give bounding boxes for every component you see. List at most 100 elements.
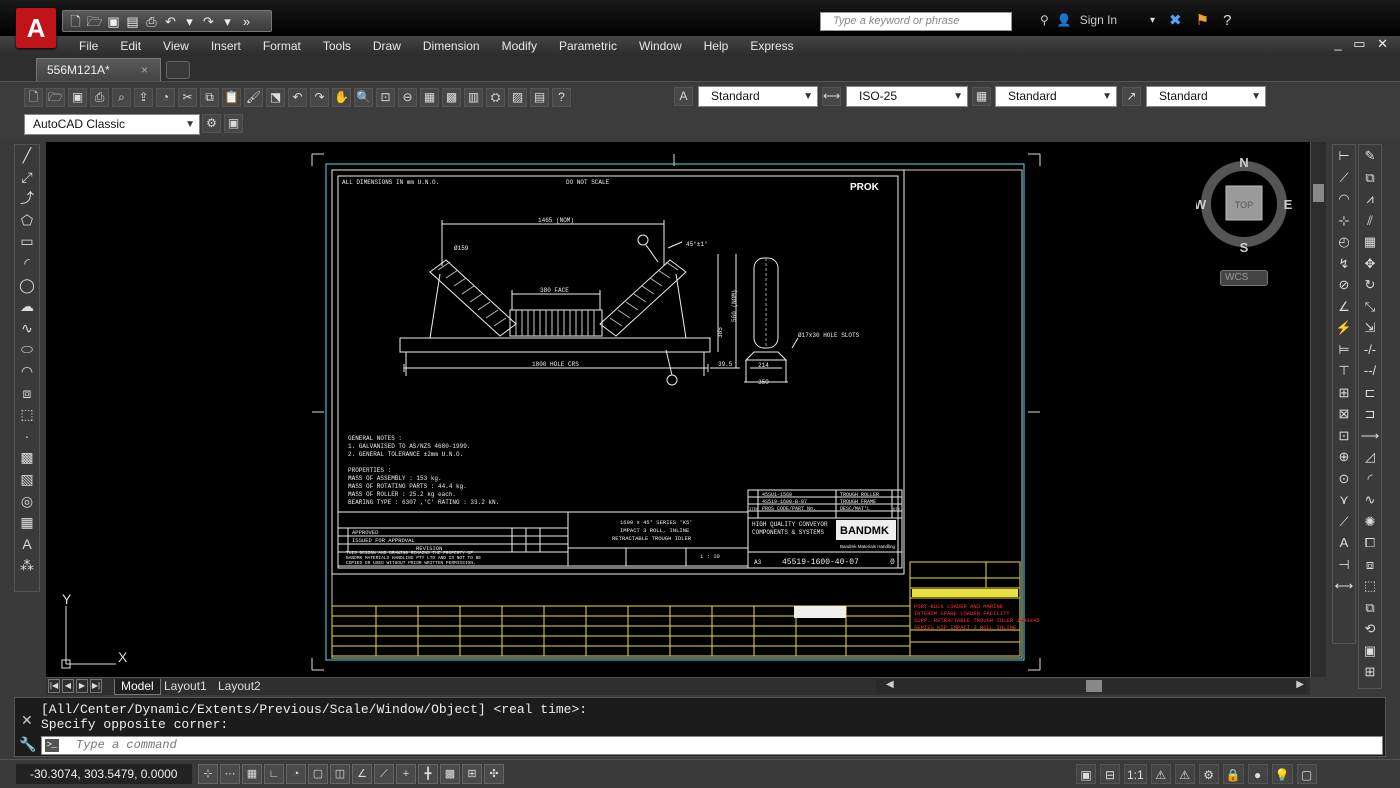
menu-draw[interactable]: Draw bbox=[362, 37, 412, 55]
new-tab-button[interactable] bbox=[166, 61, 190, 79]
zoom-window-icon[interactable]: ⊡ bbox=[376, 87, 395, 107]
dynamic-ucs-icon[interactable]: ⟋ bbox=[374, 764, 394, 784]
menu-modify[interactable]: Modify bbox=[491, 37, 548, 55]
move-icon[interactable]: ✥ bbox=[1359, 253, 1381, 275]
auto-scale-icon[interactable]: ⚠ bbox=[1174, 764, 1195, 784]
ortho-icon[interactable]: ∟ bbox=[264, 764, 284, 784]
menu-dimension[interactable]: Dimension bbox=[412, 37, 491, 55]
vertical-scrollbar[interactable] bbox=[1310, 142, 1326, 677]
new-icon[interactable]: 🗋 bbox=[67, 14, 84, 29]
scroll-right-icon[interactable]: ▶ bbox=[1296, 679, 1304, 690]
qnew-icon[interactable]: 🗋 bbox=[24, 87, 43, 107]
ellipse-arc-icon[interactable]: ◠ bbox=[15, 361, 39, 383]
tab-model[interactable]: Model bbox=[114, 679, 161, 695]
publish-icon[interactable]: ⇪ bbox=[134, 87, 153, 107]
blend-curves-icon[interactable]: ∿ bbox=[1359, 489, 1381, 511]
wcs-menu[interactable]: WCS bbox=[1220, 270, 1268, 286]
preview-icon[interactable]: ⌕ bbox=[112, 87, 131, 107]
trim-icon[interactable]: -/- bbox=[1359, 339, 1381, 361]
scroll-left-icon[interactable]: ◀ bbox=[886, 679, 894, 690]
snap-mode-icon[interactable]: ⋯ bbox=[220, 764, 240, 784]
transparency-icon[interactable]: ▩ bbox=[440, 764, 460, 784]
help-icon[interactable]: ? bbox=[1223, 12, 1231, 29]
print-icon[interactable]: ⎙ bbox=[143, 14, 160, 29]
redo-icon[interactable]: ↷ bbox=[310, 87, 329, 107]
dimension-style-icon[interactable]: ⟷ bbox=[1333, 575, 1355, 597]
join-icon[interactable]: ⟶ bbox=[1359, 425, 1381, 447]
horizontal-scrollbar[interactable]: ◀ ▶ bbox=[876, 679, 1306, 693]
gradient-icon[interactable]: ▧ bbox=[15, 469, 39, 491]
undo-dropdown-icon[interactable]: ▾ bbox=[181, 14, 198, 29]
annotation-scale[interactable]: 1:1 bbox=[1124, 764, 1147, 784]
explode-icon[interactable]: ✺ bbox=[1359, 511, 1381, 533]
text-style-icon[interactable]: A bbox=[674, 87, 693, 106]
tab-layout1[interactable]: Layout1 bbox=[158, 679, 213, 694]
point-icon[interactable]: · bbox=[15, 426, 39, 448]
plot-icon[interactable]: ⎙ bbox=[90, 87, 109, 107]
dimension-edit-icon[interactable]: ⟋ bbox=[1333, 511, 1355, 533]
scale-icon[interactable]: ⤡ bbox=[1359, 296, 1381, 318]
undo-icon[interactable]: ↶ bbox=[162, 14, 179, 29]
table-style-icon[interactable]: ▦ bbox=[972, 87, 991, 106]
mleader-style-icon[interactable]: ↗ bbox=[1122, 87, 1141, 106]
3d-dwf-icon[interactable]: ◔ bbox=[156, 87, 175, 107]
save-icon[interactable]: ▣ bbox=[105, 14, 122, 29]
center-mark-icon[interactable]: ⊕ bbox=[1333, 446, 1355, 468]
command-input[interactable]: >_ Type a command bbox=[41, 736, 1383, 755]
paste-icon[interactable]: 📋 bbox=[222, 87, 241, 107]
angular-icon[interactable]: ∠ bbox=[1333, 296, 1355, 318]
quick-dimension-icon[interactable]: ⚡ bbox=[1333, 317, 1355, 339]
break-icon[interactable]: ⊐ bbox=[1359, 403, 1381, 425]
match-properties-icon[interactable]: 🖌 bbox=[244, 87, 263, 107]
calculator-icon[interactable]: ▤ bbox=[530, 87, 549, 107]
menu-tools[interactable]: Tools bbox=[312, 37, 362, 55]
ellipse-icon[interactable]: ⬭ bbox=[15, 339, 39, 361]
block-editor-icon[interactable]: ⬔ bbox=[266, 87, 285, 107]
dim-style-icon[interactable]: ⟷ bbox=[822, 87, 841, 106]
stack-icon[interactable]: ⧈ bbox=[1359, 554, 1381, 576]
copy-clip-icon[interactable]: ⧠ bbox=[1359, 532, 1381, 554]
help-icon[interactable]: ? bbox=[552, 87, 571, 107]
exchange-icon[interactable]: ✖ bbox=[1169, 11, 1182, 29]
model-space-icon[interactable]: ▣ bbox=[1076, 764, 1096, 784]
pan-icon[interactable]: ✋ bbox=[332, 87, 351, 107]
inspection-icon[interactable]: ⊙ bbox=[1333, 468, 1355, 490]
arc-icon[interactable]: ◜ bbox=[15, 253, 39, 275]
aligned-dimension-icon[interactable]: ⟋ bbox=[1333, 167, 1355, 189]
menu-insert[interactable]: Insert bbox=[200, 37, 252, 55]
linear-dimension-icon[interactable]: ⊢ bbox=[1333, 145, 1355, 167]
redo-icon[interactable]: ↷ bbox=[200, 14, 217, 29]
document-window-controls[interactable]: _ ▭ ✕ bbox=[1334, 36, 1392, 52]
radius-icon[interactable]: ◴ bbox=[1333, 231, 1355, 253]
menu-window[interactable]: Window bbox=[628, 37, 693, 55]
annotation-visibility-icon[interactable]: ⚠ bbox=[1150, 764, 1171, 784]
erase-icon[interactable]: ✎ bbox=[1359, 145, 1381, 167]
jogged-linear-icon[interactable]: ⋎ bbox=[1333, 489, 1355, 511]
sheet-set-icon[interactable]: ⛭ bbox=[486, 87, 505, 107]
region-icon[interactable]: ◎ bbox=[15, 491, 39, 513]
copy-object-icon[interactable]: ⧉ bbox=[1359, 167, 1381, 189]
next-layout-icon[interactable]: ▶ bbox=[76, 679, 88, 693]
offset-icon[interactable]: ⫽ bbox=[1359, 210, 1381, 232]
save-icon[interactable]: ▣ bbox=[68, 87, 87, 107]
dimension-update-icon[interactable]: ⊣ bbox=[1333, 554, 1355, 576]
coordinates-readout[interactable]: -30.3074, 303.5479, 0.0000 bbox=[16, 764, 192, 784]
last-layout-icon[interactable]: ▶| bbox=[90, 679, 102, 693]
table-icon[interactable]: ▦ bbox=[15, 512, 39, 534]
first-layout-icon[interactable]: |◀ bbox=[48, 679, 60, 693]
compass-east[interactable]: E bbox=[1284, 197, 1293, 212]
compass-west[interactable]: W bbox=[1196, 197, 1207, 212]
menu-view[interactable]: View bbox=[152, 37, 200, 55]
object-snap-icon[interactable]: ▢ bbox=[308, 764, 328, 784]
break-at-point-icon[interactable]: ⊏ bbox=[1359, 382, 1381, 404]
area-icon[interactable]: ▣ bbox=[1359, 640, 1381, 662]
chamfer-icon[interactable]: ◿ bbox=[1359, 446, 1381, 468]
tool-palettes-icon[interactable]: ▥ bbox=[464, 87, 483, 107]
workspace-select[interactable]: AutoCAD Classic ▼ bbox=[24, 114, 200, 135]
command-prompt-icon[interactable]: >_ bbox=[45, 739, 59, 752]
redraw-icon[interactable]: ⟲ bbox=[1359, 618, 1381, 640]
compass-south[interactable]: S bbox=[1240, 240, 1249, 252]
dim-style-select[interactable]: ISO-25 ▼ bbox=[846, 86, 968, 107]
zoom-previous-icon[interactable]: ⊖ bbox=[398, 87, 417, 107]
dimension-text-edit-icon[interactable]: A bbox=[1333, 532, 1355, 554]
